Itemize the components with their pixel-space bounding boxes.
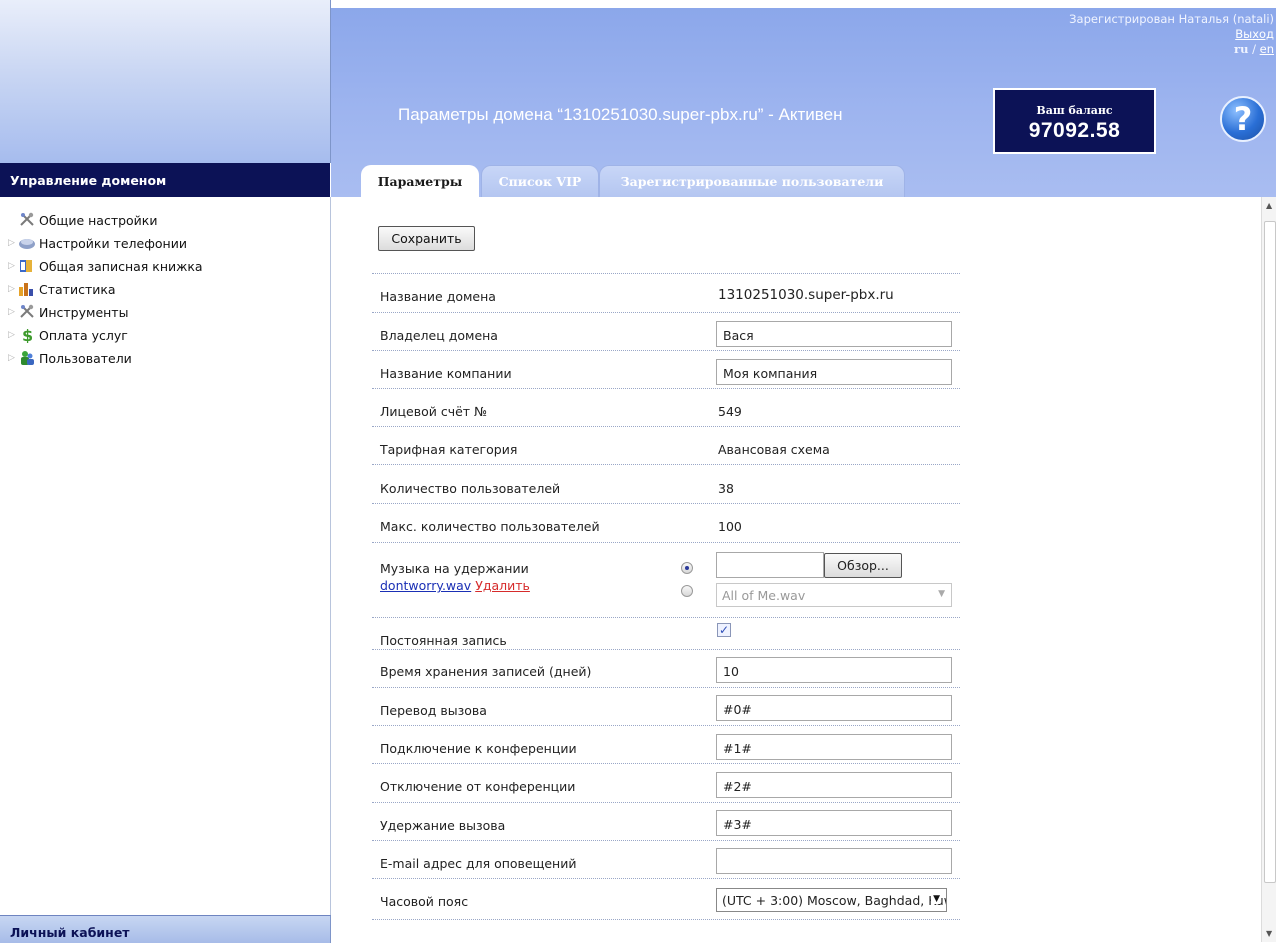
conf-join-field[interactable]: #1# bbox=[716, 734, 952, 760]
balance-box: Ваш баланс 97092.58 bbox=[993, 88, 1156, 154]
vertical-scrollbar[interactable]: ▲ ▼ bbox=[1261, 197, 1276, 942]
sidebar-nav: Общие настройки ▷ Настройки телефонии ▷ … bbox=[0, 197, 331, 915]
music-select-radio[interactable] bbox=[681, 585, 693, 597]
expand-arrow-icon[interactable]: ▷ bbox=[8, 284, 18, 294]
users-max-value: 100 bbox=[718, 519, 742, 534]
tab-registered-users[interactable]: Зарегистрированные пользователи bbox=[599, 165, 905, 197]
retention-label: Время хранения записей (дней) bbox=[380, 664, 592, 679]
tariff-value: Авансовая схема bbox=[718, 442, 830, 457]
music-file-link[interactable]: dontworry.wav bbox=[380, 578, 471, 593]
users-count-label: Количество пользователей bbox=[380, 481, 561, 496]
expand-arrow-icon[interactable]: ▷ bbox=[8, 307, 18, 317]
help-icon[interactable]: ? bbox=[1220, 96, 1266, 142]
divider bbox=[372, 273, 960, 274]
conf-join-label: Подключение к конференции bbox=[380, 741, 577, 756]
main-content: Сохранить Название домена 1310251030.sup… bbox=[331, 197, 1261, 942]
account-value: 549 bbox=[718, 404, 742, 419]
book-icon bbox=[18, 258, 36, 274]
expand-arrow-icon[interactable]: ▷ bbox=[8, 330, 18, 340]
tab-vip-list[interactable]: Список VIP bbox=[481, 165, 599, 197]
owner-field[interactable]: Вася bbox=[716, 321, 952, 347]
sidebar-item-address-book[interactable]: ▷ Общая записная книжка bbox=[8, 255, 203, 277]
hold-label: Удержание вызова bbox=[380, 818, 506, 833]
sidebar-header: Управление доменом bbox=[0, 163, 330, 197]
sidebar-footer[interactable]: Личный кабинет bbox=[0, 915, 331, 943]
music-upload-radio[interactable] bbox=[681, 562, 693, 574]
registered-user-text: Зарегистрирован Наталья (natali) bbox=[1069, 12, 1274, 26]
lang-ru-link[interactable]: ru bbox=[1234, 42, 1248, 56]
sidebar-item-label: Оплата услуг bbox=[39, 327, 128, 343]
conf-leave-label: Отключение от конференции bbox=[380, 779, 576, 794]
email-field[interactable] bbox=[716, 848, 952, 874]
account-label: Лицевой счёт № bbox=[380, 404, 488, 419]
sidebar-item-label: Инструменты bbox=[39, 304, 129, 320]
transfer-label: Перевод вызова bbox=[380, 703, 487, 718]
users-icon bbox=[18, 350, 36, 366]
music-file-row: dontworry.wav Удалить bbox=[380, 578, 530, 593]
recording-label: Постоянная запись bbox=[380, 633, 507, 648]
tools-icon bbox=[18, 304, 36, 320]
tariff-label: Тарифная категория bbox=[380, 442, 518, 457]
music-label: Музыка на удержании bbox=[380, 561, 529, 576]
scrollbar-thumb[interactable] bbox=[1264, 221, 1276, 883]
music-select[interactable]: All of Me.wav ▼ bbox=[716, 583, 952, 607]
conf-leave-field[interactable]: #2# bbox=[716, 772, 952, 798]
sidebar-header-label: Управление доменом bbox=[10, 173, 167, 188]
company-field[interactable]: Моя компания bbox=[716, 359, 952, 385]
music-select-value: All of Me.wav bbox=[722, 588, 806, 603]
scroll-down-icon[interactable]: ▼ bbox=[1266, 929, 1272, 938]
domain-name-value: 1310251030.super-pbx.ru bbox=[718, 287, 894, 303]
lang-separator: / bbox=[1248, 42, 1260, 56]
logout-link[interactable]: Выход bbox=[1235, 27, 1274, 41]
user-info: Зарегистрирован Наталья (natali) Выход r… bbox=[1069, 12, 1274, 57]
telephony-icon bbox=[18, 235, 36, 251]
balance-label: Ваш баланс bbox=[1036, 104, 1113, 117]
owner-label: Владелец домена bbox=[380, 328, 498, 343]
users-count-value: 38 bbox=[718, 481, 734, 496]
tab-parameters[interactable]: Параметры bbox=[361, 165, 479, 197]
sidebar-item-label: Статистика bbox=[39, 281, 116, 297]
lang-en-link[interactable]: en bbox=[1260, 42, 1274, 56]
dollar-icon: $ bbox=[18, 326, 36, 345]
sidebar-item-telephony-settings[interactable]: ▷ Настройки телефонии bbox=[8, 232, 187, 254]
sidebar-item-label: Общая записная книжка bbox=[39, 258, 203, 274]
chevron-down-icon: ▼ bbox=[931, 894, 940, 904]
expand-arrow-icon[interactable]: ▷ bbox=[8, 353, 18, 363]
sidebar-item-general-settings[interactable]: Общие настройки bbox=[8, 209, 157, 231]
sidebar-item-users[interactable]: ▷ Пользователи bbox=[8, 347, 132, 369]
sidebar-item-payment[interactable]: ▷ $ Оплата услуг bbox=[8, 324, 128, 346]
email-label: E-mail адрес для оповещений bbox=[380, 856, 577, 871]
chevron-down-icon: ▼ bbox=[938, 589, 945, 599]
save-button[interactable]: Сохранить bbox=[378, 226, 475, 251]
domain-name-label: Название домена bbox=[380, 289, 496, 304]
retention-field[interactable]: 10 bbox=[716, 657, 952, 683]
sidebar-item-tools[interactable]: ▷ Инструменты bbox=[8, 301, 128, 323]
sidebar-item-label: Общие настройки bbox=[39, 212, 158, 228]
sidebar-item-label: Пользователи bbox=[39, 350, 132, 366]
balance-value: 97092.58 bbox=[1028, 119, 1121, 142]
tools-icon bbox=[18, 212, 36, 228]
recording-checkbox[interactable]: ✓ bbox=[717, 623, 731, 637]
company-label: Название компании bbox=[380, 366, 512, 381]
expand-arrow-icon[interactable]: ▷ bbox=[8, 261, 18, 271]
hold-field[interactable]: #3# bbox=[716, 810, 952, 836]
chart-icon bbox=[18, 281, 36, 297]
scroll-up-icon[interactable]: ▲ bbox=[1266, 201, 1272, 210]
browse-button[interactable]: Обзор... bbox=[824, 553, 902, 578]
timezone-value: (UTC + 3:00) Moscow, Baghdad, Kuwait bbox=[722, 893, 947, 908]
page-title: Параметры домена “1310251030.super-pbx.r… bbox=[398, 105, 843, 124]
music-file-input[interactable] bbox=[716, 552, 824, 578]
sidebar-item-label: Настройки телефонии bbox=[39, 235, 187, 251]
expand-arrow-icon[interactable]: ▷ bbox=[8, 238, 18, 248]
svg-text:$: $ bbox=[22, 327, 33, 343]
transfer-field[interactable]: #0# bbox=[716, 695, 952, 721]
left-header-panel bbox=[0, 0, 331, 163]
timezone-label: Часовой пояс bbox=[380, 894, 469, 909]
sidebar-item-statistics[interactable]: ▷ Статистика bbox=[8, 278, 116, 300]
users-max-label: Макс. количество пользователей bbox=[380, 519, 600, 534]
timezone-select[interactable]: (UTC + 3:00) Moscow, Baghdad, Kuwait ▼ bbox=[716, 888, 947, 912]
sidebar-footer-label: Личный кабинет bbox=[10, 925, 130, 940]
music-delete-link[interactable]: Удалить bbox=[475, 578, 530, 593]
